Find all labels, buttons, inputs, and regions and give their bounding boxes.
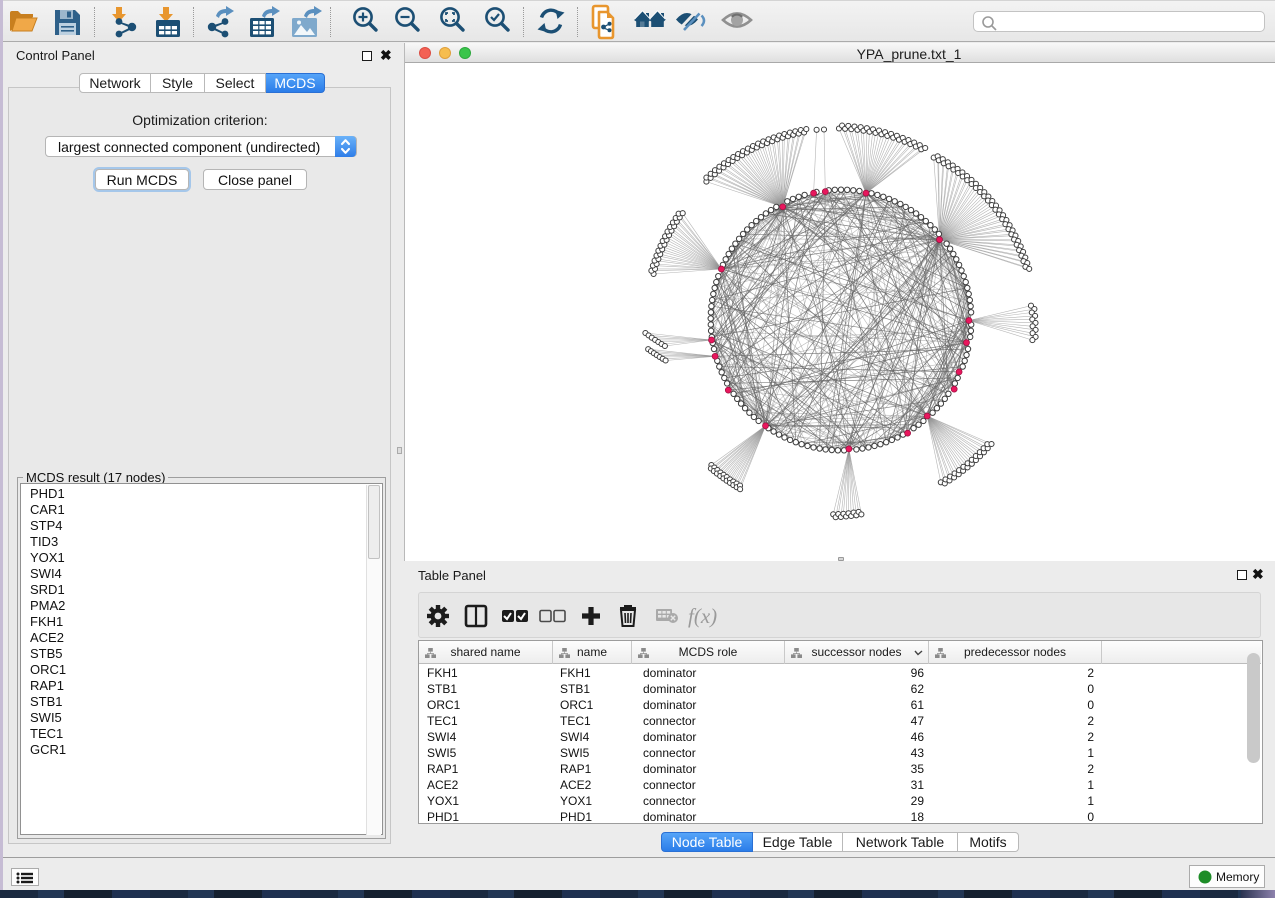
- svg-text:f(x): f(x): [688, 604, 717, 628]
